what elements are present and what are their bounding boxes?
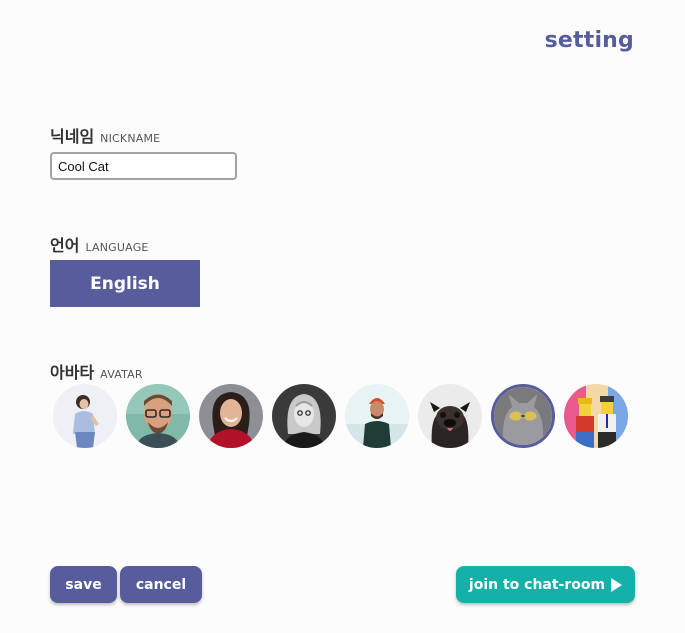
avatar-label-en: AVATAR	[100, 368, 143, 381]
cat-sunglasses-avatar[interactable]	[491, 384, 555, 448]
avatar-label: 아바타 AVATAR	[50, 359, 143, 383]
language-label-ko: 언어	[50, 236, 80, 255]
man-glasses-avatar[interactable]	[126, 384, 190, 448]
nickname-label-en: NICKNAME	[100, 132, 161, 145]
settings-page: setting 닉네임 NICKNAME 언어 LANGUAGE English…	[0, 0, 685, 633]
nickname-label-ko: 닉네임	[50, 127, 95, 146]
woman-monochrome-avatar[interactable]	[272, 384, 336, 448]
woman-standing-avatar[interactable]	[53, 384, 117, 448]
play-icon	[611, 577, 623, 592]
avatar-section: 아바타 AVATAR	[50, 359, 628, 448]
pug-avatar[interactable]	[418, 384, 482, 448]
cancel-button[interactable]: cancel	[120, 566, 202, 603]
language-label-en: LANGUAGE	[85, 241, 149, 254]
language-label: 언어 LANGUAGE	[50, 232, 200, 256]
man-beanie-avatar[interactable]	[345, 384, 409, 448]
save-button[interactable]: save	[50, 566, 117, 603]
join-chat-room-label: join to chat-room	[468, 576, 606, 593]
page-title: setting	[544, 28, 634, 53]
woman-smiling-avatar[interactable]	[199, 384, 263, 448]
join-chat-room-button[interactable]: join to chat-room	[456, 566, 635, 603]
nickname-section: 닉네임 NICKNAME	[50, 123, 237, 180]
nickname-label: 닉네임 NICKNAME	[50, 123, 237, 147]
language-select-button[interactable]: English	[50, 260, 200, 307]
lego-figures-avatar[interactable]	[564, 384, 628, 448]
avatar-list	[53, 384, 628, 448]
nickname-input[interactable]	[50, 152, 237, 180]
language-section: 언어 LANGUAGE English	[50, 232, 200, 307]
avatar-label-ko: 아바타	[50, 363, 95, 382]
